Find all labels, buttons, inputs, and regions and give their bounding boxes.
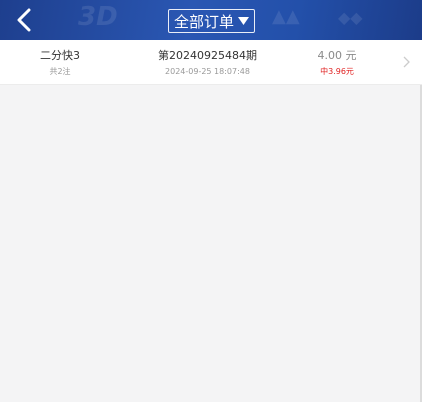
caret-down-icon <box>238 17 249 25</box>
chevron-right-icon <box>403 56 410 68</box>
chevron-left-icon <box>17 8 31 32</box>
order-issue-column: 第20240925484期 2024-09-25 18:07:48 <box>140 49 275 78</box>
header-decoration: ▲▲ <box>272 6 300 27</box>
header-decoration: ◆◆ <box>338 8 363 27</box>
order-amount-column: 4.00 元 中3.96元 <box>298 49 376 78</box>
order-row[interactable]: 二分快3 共2注 第20240925484期 2024-09-25 18:07:… <box>0 40 422 85</box>
bet-count: 共2注 <box>49 67 71 76</box>
win-amount: 中3.96元 <box>320 67 354 76</box>
order-game-column: 二分快3 共2注 <box>20 49 100 78</box>
page-title: 全部订单 <box>173 12 234 31</box>
header-decoration: 3D <box>78 2 118 32</box>
game-name: 二分快3 <box>40 49 80 62</box>
back-button[interactable] <box>8 4 40 36</box>
order-time: 2024-09-25 18:07:48 <box>165 67 250 76</box>
header-bar: 3D ▲▲ ◆◆ 全部订单 <box>0 0 422 40</box>
issue-number: 第20240925484期 <box>158 49 257 62</box>
order-filter-dropdown[interactable]: 全部订单 <box>168 9 255 33</box>
bet-amount: 4.00 元 <box>317 49 357 62</box>
